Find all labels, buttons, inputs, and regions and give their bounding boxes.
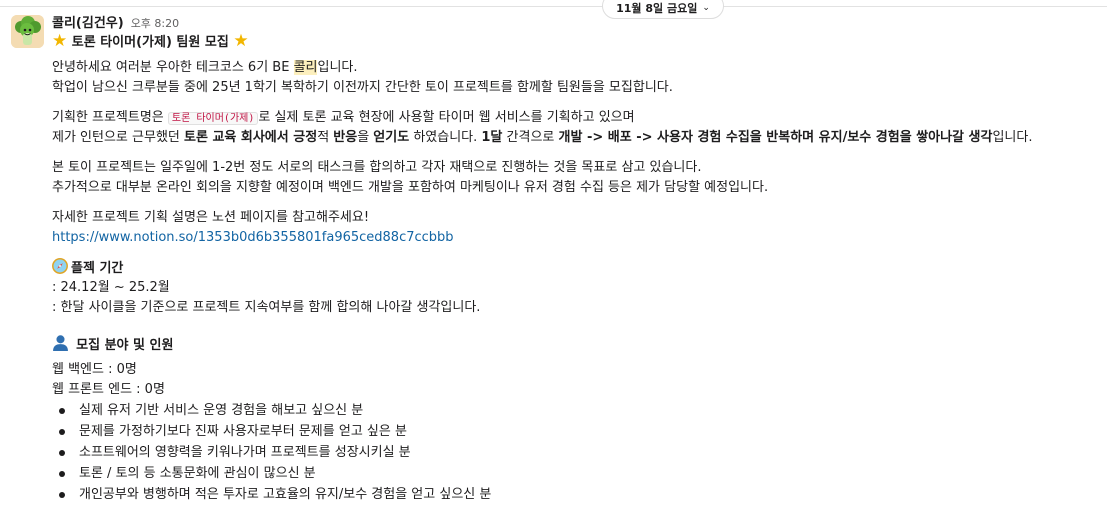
period-line-1: : 24.12월 ~ 25.2월: [52, 280, 170, 295]
plan-text: 적: [317, 130, 334, 145]
message-header: 콜리(김건우) 오후 8:20: [52, 12, 1102, 31]
bold-text: 1달: [481, 130, 503, 145]
bold-text: 반응: [333, 130, 358, 145]
intro-line-2: 학업이 남으신 크루분들 중에 25년 1학기 복학하기 이전까지 간단한 토이…: [52, 80, 673, 95]
inline-code: 토론 타이머(가제): [167, 112, 259, 125]
plan-text: 간격으로: [502, 130, 559, 145]
sender-name[interactable]: 콜리(김건우): [52, 12, 124, 31]
goal-line-2: 추가적으로 대부분 온라인 회의을 지향할 예정이며 백엔드 개발을 포함하여 …: [52, 180, 769, 195]
recruit-heading-text: 모집 분야 및 인원: [76, 338, 174, 353]
highlighted-name: 콜리: [293, 60, 318, 75]
plan-text: 제가 인턴으로 근무했던: [52, 130, 184, 145]
recruit-line-1: 웹 백엔드 : 0명: [52, 362, 137, 377]
plan-text-end: 로 실제 토론 교육 현장에 사용할 타이머 웹 서비스를 기획하고 있으며: [258, 110, 635, 125]
period-heading: 플젝 기간: [52, 258, 1102, 278]
star-icon: ★: [52, 31, 68, 51]
list-item: 문제를 가정하기보다 진짜 사용자로부터 문제를 얻고 싶은 분: [52, 421, 1102, 442]
intro-line-1: 안녕하세요 여러분 우아한 테크코스 6기 BE 콜리입니다.: [52, 58, 1102, 78]
broccoli-avatar-icon: [11, 15, 44, 48]
message: 콜리(김건우) 오후 8:20 ★ 토론 타이머(가제) 팀원 모집 ★ 안녕하…: [52, 12, 1102, 505]
list-item: 개인공부와 병행하며 적은 투자로 고효율의 유지/보수 경험을 얻고 싶으신 …: [52, 484, 1102, 505]
bullet-dot: [59, 429, 65, 435]
period-line-2: : 한달 사이클을 기준으로 프로젝트 지속여부를 함께 합의해 나아갈 생각입…: [52, 300, 481, 315]
list-item: 토론 / 토의 등 소통문화에 관심이 많으신 분: [52, 463, 1102, 484]
plan-text: 을: [357, 130, 374, 145]
goal-line-1: 본 토이 프로젝트는 일주일에 1-2번 정도 서로의 태스크를 합의하고 각자…: [52, 160, 702, 175]
period-heading-text: 플젝 기간: [71, 261, 124, 276]
recruit-heading: 모집 분야 및 인원: [52, 334, 1102, 354]
title-text: 토론 타이머(가제) 팀원 모집: [71, 35, 229, 50]
person-silhouette-icon: [53, 335, 68, 351]
bullet-dot: [59, 492, 65, 498]
bullet-dot: [59, 450, 65, 456]
plan-text: 기획한 프로젝트명은: [52, 110, 168, 125]
date-divider-line: [0, 6, 1107, 7]
list-item-text: 개인공부와 병행하며 적은 투자로 고효율의 유지/보수 경험을 얻고 싶으신 …: [79, 487, 492, 502]
list-item-text: 토론 / 토의 등 소통문화에 관심이 많으신 분: [79, 466, 316, 481]
notion-link[interactable]: https://www.notion.so/1353b0d6b355801fa9…: [52, 230, 454, 245]
list-item-text: 소프트웨어의 영향력을 키워나가며 프로젝트를 성장시키실 분: [79, 445, 411, 460]
bullet-dot: [59, 471, 65, 477]
list-item: 소프트웨어의 영향력을 키워나가며 프로젝트를 성장시키실 분: [52, 442, 1102, 463]
star-icon: ★: [233, 31, 249, 51]
plan-text: 입니다.: [992, 130, 1033, 145]
plan-line-2: 제가 인턴으로 근무했던 토론 교육 회사에서 긍정적 반응을 얻기도 하였습니…: [52, 128, 1102, 148]
plan-line-1: 기획한 프로젝트명은 토론 타이머(가제) 로 실제 토론 교육 현장에 사용할 …: [52, 108, 1102, 128]
recruit-line-2: 웹 프론트 엔드 : 0명: [52, 382, 165, 397]
bullet-dot: [59, 408, 65, 414]
avatar[interactable]: [11, 15, 44, 48]
bold-text: 개발 -> 배포 -> 사용자 경험 수집을 반복하며 유지/보수 경험을 쌓아…: [558, 130, 993, 145]
plan-text: 하였습니다.: [409, 130, 482, 145]
recruit-bullet-list: 실제 유저 기반 서비스 운영 경험을 해보고 싶으신 분 문제를 가정하기보다…: [52, 400, 1102, 505]
detail-line: 자세한 프로젝트 기획 설명은 노션 페이지를 참고해주세요!: [52, 210, 370, 225]
bold-text: 얻기도: [373, 130, 410, 145]
intro-text: 안녕하세요 여러분 우아한 테크코스 6기 BE: [52, 60, 294, 75]
intro-text-end: 입니다.: [317, 60, 358, 75]
list-item: 실제 유저 기반 서비스 운영 경험을 해보고 싶으신 분: [52, 400, 1102, 421]
bold-text: 토론 교육 회사에서 긍정: [184, 130, 318, 145]
list-item-text: 문제를 가정하기보다 진짜 사용자로부터 문제를 얻고 싶은 분: [79, 424, 407, 439]
message-time[interactable]: 오후 8:20: [131, 15, 179, 31]
compass-icon: [52, 258, 68, 274]
message-title: ★ 토론 타이머(가제) 팀원 모집 ★: [52, 30, 1102, 52]
list-item-text: 실제 유저 기반 서비스 운영 경험을 해보고 싶으신 분: [79, 403, 364, 418]
